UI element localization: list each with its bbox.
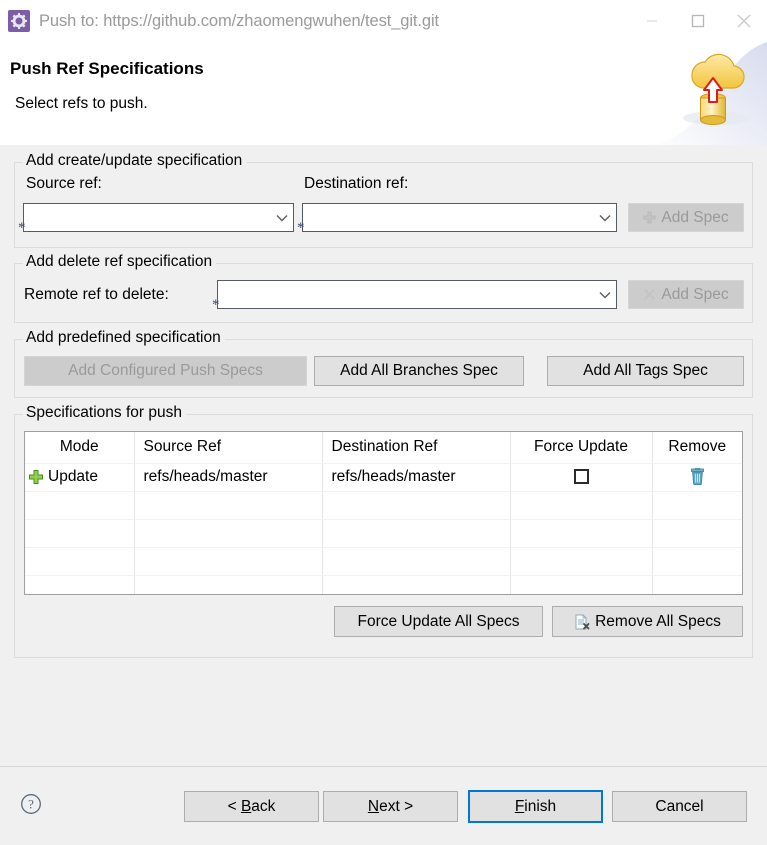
back-button-label: < Back xyxy=(227,797,276,815)
table-row[interactable] xyxy=(25,575,742,594)
column-header-mode[interactable]: Mode xyxy=(25,432,135,464)
add-create-update-spec-button[interactable]: Add Spec xyxy=(628,203,744,232)
source-ref-label: Source ref: xyxy=(26,175,102,192)
destination-ref-combo[interactable] xyxy=(302,203,617,232)
cross-icon xyxy=(643,288,656,301)
source-ref-required-mark: * xyxy=(18,220,26,236)
remote-ref-combo[interactable] xyxy=(217,280,617,309)
dialog-body: Add create/update specification Source r… xyxy=(0,145,767,767)
table-row[interactable] xyxy=(25,491,742,520)
finish-button[interactable]: Finish xyxy=(468,790,603,823)
column-header-source-ref[interactable]: Source Ref xyxy=(134,432,323,464)
chevron-down-icon[interactable] xyxy=(271,204,293,231)
back-button[interactable]: < Back xyxy=(184,791,319,822)
table-row[interactable] xyxy=(25,519,742,548)
destination-ref-required-mark: * xyxy=(297,220,305,236)
cancel-button[interactable]: Cancel xyxy=(612,791,747,822)
column-header-force-update[interactable]: Force Update xyxy=(510,432,653,464)
push-ref-specifications-dialog: Push to: https://github.com/zhaomengwuhe… xyxy=(0,0,767,845)
cell-destination-ref: refs/heads/master xyxy=(322,463,511,492)
table-header-row: Mode Source Ref Destination Ref Force Up… xyxy=(25,432,742,464)
cell-source-ref: refs/heads/master xyxy=(134,463,323,492)
remove-all-specs-label: Remove All Specs xyxy=(595,612,721,630)
force-update-all-specs-button[interactable]: Force Update All Specs xyxy=(334,606,543,637)
window-title: Push to: https://github.com/zhaomengwuhe… xyxy=(39,11,440,30)
dialog-footer: ? < Back Next > Finish Cancel xyxy=(0,767,767,845)
cloud-upload-database-icon xyxy=(647,42,767,145)
svg-text:?: ? xyxy=(28,797,34,812)
remote-ref-required-mark: * xyxy=(212,297,220,313)
add-all-branches-spec-button[interactable]: Add All Branches Spec xyxy=(314,356,524,386)
plus-icon xyxy=(28,469,44,485)
source-ref-combo[interactable] xyxy=(23,203,294,232)
cell-force-update[interactable] xyxy=(510,463,653,492)
table-row[interactable] xyxy=(25,547,742,576)
add-all-branches-spec-label: Add All Branches Spec xyxy=(340,362,498,379)
help-question-icon[interactable]: ? xyxy=(20,793,42,820)
specs-group: Specifications for push Mode Source Ref … xyxy=(14,404,753,658)
page-title: Push Ref Specifications xyxy=(10,59,204,78)
window-titlebar: Push to: https://github.com/zhaomengwuhe… xyxy=(0,0,767,42)
close-icon[interactable] xyxy=(721,0,767,42)
remove-all-specs-button[interactable]: Remove All Specs xyxy=(552,606,743,637)
cell-remove[interactable] xyxy=(652,463,742,492)
document-delete-icon xyxy=(574,613,590,630)
delete-ref-group-title: Add delete ref specification xyxy=(23,253,217,271)
add-delete-spec-label: Add Spec xyxy=(661,285,729,303)
minimize-icon[interactable] xyxy=(629,0,675,42)
delete-ref-group: Add delete ref specification Remote ref … xyxy=(14,253,753,323)
remote-ref-label: Remote ref to delete: xyxy=(24,286,169,303)
plus-icon xyxy=(643,211,656,224)
add-all-tags-spec-label: Add All Tags Spec xyxy=(583,362,708,379)
add-configured-push-specs-button[interactable]: Add Configured Push Specs xyxy=(24,356,307,386)
finish-button-label: Finish xyxy=(514,797,557,815)
force-update-all-specs-label: Force Update All Specs xyxy=(357,612,520,630)
predefined-group-title: Add predefined specification xyxy=(23,329,225,347)
column-header-destination-ref[interactable]: Destination Ref xyxy=(322,432,511,464)
table-row[interactable]: Update refs/heads/master refs/heads/mast… xyxy=(25,463,742,492)
predefined-group: Add predefined specification Add Configu… xyxy=(14,329,753,398)
cell-mode-label: Update xyxy=(48,468,98,485)
specs-group-title: Specifications for push xyxy=(23,404,186,422)
dialog-header: Push Ref Specifications Select refs to p… xyxy=(0,42,767,145)
trash-icon[interactable] xyxy=(690,468,705,486)
gear-icon xyxy=(8,10,30,32)
force-update-checkbox[interactable] xyxy=(573,469,589,485)
add-all-tags-spec-button[interactable]: Add All Tags Spec xyxy=(547,356,744,386)
add-configured-push-specs-label: Add Configured Push Specs xyxy=(68,362,263,379)
column-header-remove[interactable]: Remove xyxy=(652,432,742,464)
add-create-update-spec-label: Add Spec xyxy=(661,208,729,226)
chevron-down-icon[interactable] xyxy=(594,204,616,231)
cancel-button-label: Cancel xyxy=(655,797,704,815)
create-update-group-title: Add create/update specification xyxy=(23,152,247,170)
next-button[interactable]: Next > xyxy=(323,791,458,822)
add-delete-spec-button[interactable]: Add Spec xyxy=(628,280,744,309)
specs-table[interactable]: Mode Source Ref Destination Ref Force Up… xyxy=(24,431,743,595)
gear-icon-glyph xyxy=(11,13,27,29)
window-controls xyxy=(629,0,767,42)
create-update-group: Add create/update specification Source r… xyxy=(14,152,753,248)
maximize-icon[interactable] xyxy=(675,0,721,42)
page-description: Select refs to push. xyxy=(15,95,148,112)
cell-mode: Update xyxy=(25,463,135,492)
chevron-down-icon[interactable] xyxy=(594,281,616,308)
destination-ref-label: Destination ref: xyxy=(304,175,409,192)
next-button-label: Next > xyxy=(367,797,414,815)
